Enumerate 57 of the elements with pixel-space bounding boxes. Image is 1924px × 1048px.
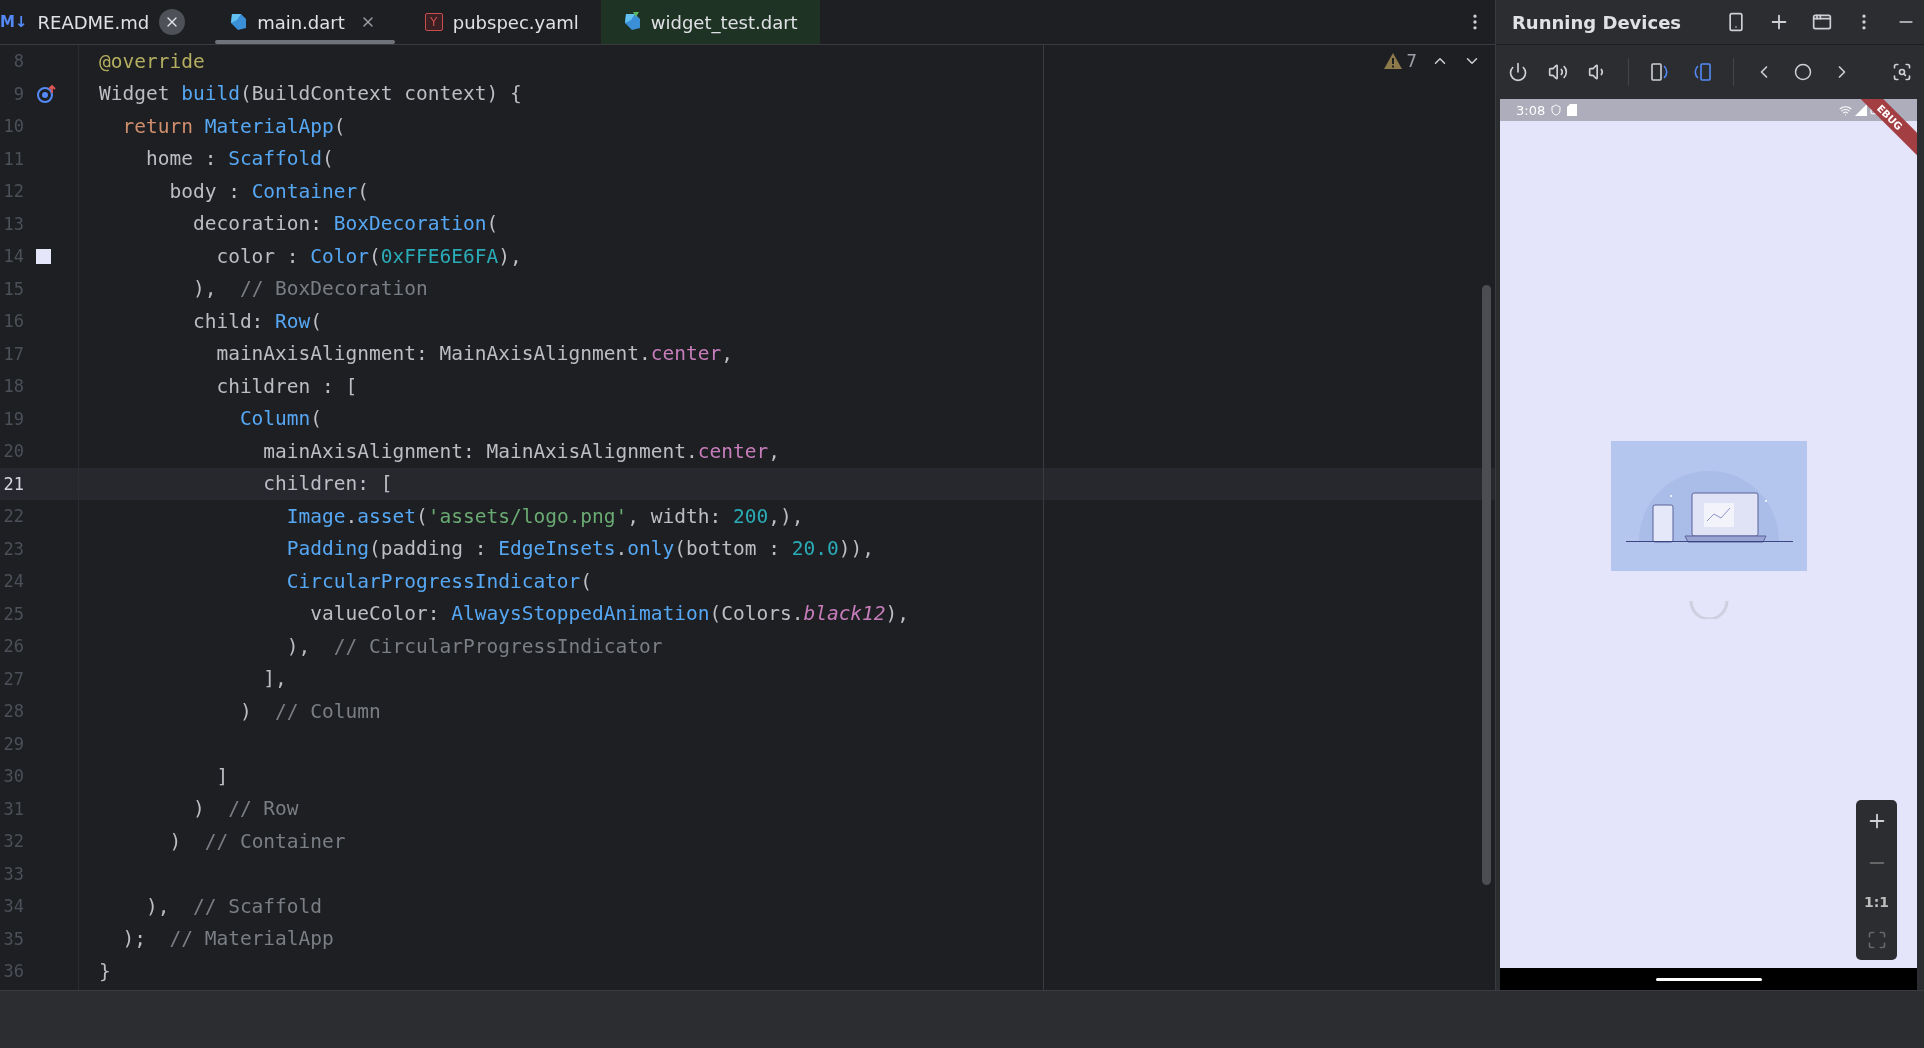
code-line: ]: [215, 764, 229, 788]
code-line: ), // BoxDecoration: [191, 277, 428, 301]
code-line: Column(: [238, 407, 323, 431]
code-line: mainAxisAlignment: MainAxisAlignment.center,: [262, 439, 780, 463]
code-line: CircularProgressIndicator(: [285, 569, 593, 593]
power-icon[interactable]: [1508, 62, 1528, 82]
wifi-icon: [1839, 103, 1852, 117]
dart-icon: [622, 12, 641, 32]
code-line: ); // MaterialApp: [121, 927, 334, 951]
file-tab[interactable]: M↓ README.md: [0, 0, 208, 44]
code-line: ), // CircularProgressIndicator: [285, 634, 663, 658]
spinner-icon: [1688, 598, 1729, 619]
code-line: child: Row(: [191, 309, 323, 333]
code-line: mainAxisAlignment: MainAxisAlignment.center,: [215, 342, 733, 366]
code-line: valueColor: AlwaysStoppedAnimation(Colors.black12),: [309, 602, 910, 626]
code-line: Widget build(BuildContext context) {: [99, 82, 522, 106]
file-tab[interactable]: main.dart: [207, 0, 403, 44]
panel-title: Running Devices: [1512, 11, 1683, 33]
sd-card-icon: [1567, 104, 1578, 116]
markdown-icon: M↓: [0, 13, 28, 31]
code-line: home : Scaffold(: [144, 147, 334, 171]
code-line: decoration: BoxDecoration(: [191, 212, 499, 236]
color-swatch[interactable]: [36, 248, 51, 264]
code-line: ) // Row: [191, 797, 299, 821]
home-icon[interactable]: [1794, 63, 1812, 81]
code-line: color : Color(0xFFE6E6FA),: [215, 244, 522, 268]
code-line: Image.asset('assets/logo.png', width: 200,),: [285, 504, 804, 528]
actual-size-button[interactable]: 1:1: [1863, 894, 1890, 910]
volume-up-icon[interactable]: [1548, 62, 1568, 82]
code-line: ), // Scaffold: [144, 894, 323, 918]
yaml-icon: Y: [424, 13, 443, 31]
code-line: body : Container(: [168, 179, 370, 203]
code-line: ) // Container: [168, 829, 346, 853]
status-time: 3:08: [1516, 102, 1546, 118]
code-line: }: [99, 959, 111, 983]
file-tab[interactable]: widget_test.dart: [600, 0, 820, 44]
home-indicator[interactable]: [1655, 977, 1762, 981]
code-line: Padding(padding : EdgeInsets.only(bottom : 20.0)),: [285, 537, 874, 561]
signal-icon: [1855, 103, 1867, 116]
code-line: ) // Column: [238, 699, 381, 723]
code-line: children: [: [262, 472, 393, 496]
close-icon[interactable]: [159, 9, 186, 35]
line-number: 21: [2, 473, 24, 494]
dart-icon: [229, 12, 248, 32]
device-icon[interactable]: [1726, 12, 1746, 32]
code-line: @override: [99, 49, 205, 73]
screenshot-icon[interactable]: [1892, 62, 1912, 82]
window-icon[interactable]: [1812, 12, 1832, 32]
code-line: children : [: [215, 374, 358, 398]
file-tab[interactable]: Y pubspec.yaml: [402, 0, 601, 44]
override-icon[interactable]: [36, 83, 58, 104]
scrollbar[interactable]: [1482, 285, 1491, 885]
warning-count[interactable]: 7: [1384, 51, 1417, 71]
fit-screen-icon[interactable]: [1866, 930, 1887, 950]
code-line: ],: [262, 667, 287, 691]
shield-icon: [1550, 104, 1563, 116]
code-line: return MaterialApp(: [121, 114, 346, 138]
